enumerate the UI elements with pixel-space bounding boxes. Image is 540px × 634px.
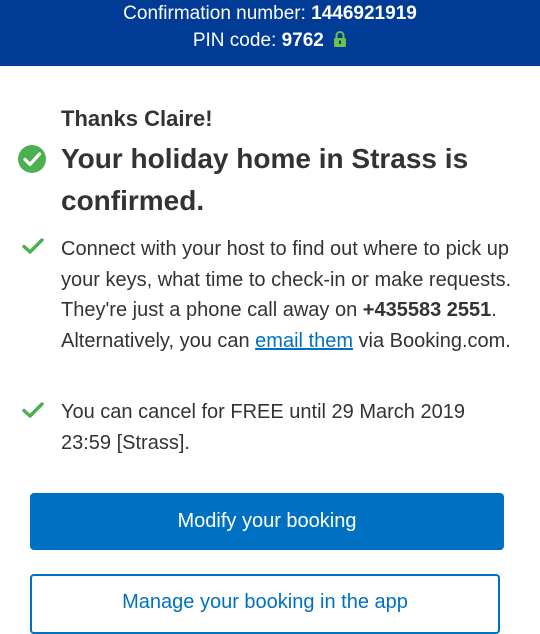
- confirmation-label: Confirmation number:: [123, 3, 306, 24]
- checkmark-icon: [22, 237, 44, 255]
- pin-code-row: PIN code: 9762: [0, 27, 540, 57]
- host-info-text-3: via Booking.com.: [352, 329, 511, 352]
- email-host-link[interactable]: email them: [255, 330, 353, 352]
- host-phone-number[interactable]: +435583 2551: [363, 299, 491, 321]
- confirmation-number: 1446921919: [311, 3, 417, 24]
- pin-code: 9762: [281, 30, 324, 51]
- checkmark-icon: [22, 401, 44, 419]
- lock-icon: [333, 29, 347, 57]
- host-contact-info: Connect with your host to find out where…: [61, 234, 516, 356]
- confirmation-header: Confirmation number: 1446921919 PIN code…: [0, 0, 540, 66]
- check-circle-icon: [17, 144, 47, 174]
- confirmation-title: Your holiday home in Strass is confirmed…: [61, 143, 469, 216]
- thanks-heading: Thanks Claire!: [61, 106, 213, 131]
- cancellation-info: You can cancel for FREE until 29 March 2…: [61, 401, 465, 454]
- confirmation-number-row: Confirmation number: 1446921919: [0, 0, 540, 28]
- pin-label: PIN code:: [192, 30, 277, 51]
- manage-in-app-button[interactable]: Manage your booking in the app: [30, 574, 500, 634]
- modify-booking-button[interactable]: Modify your booking: [30, 493, 504, 550]
